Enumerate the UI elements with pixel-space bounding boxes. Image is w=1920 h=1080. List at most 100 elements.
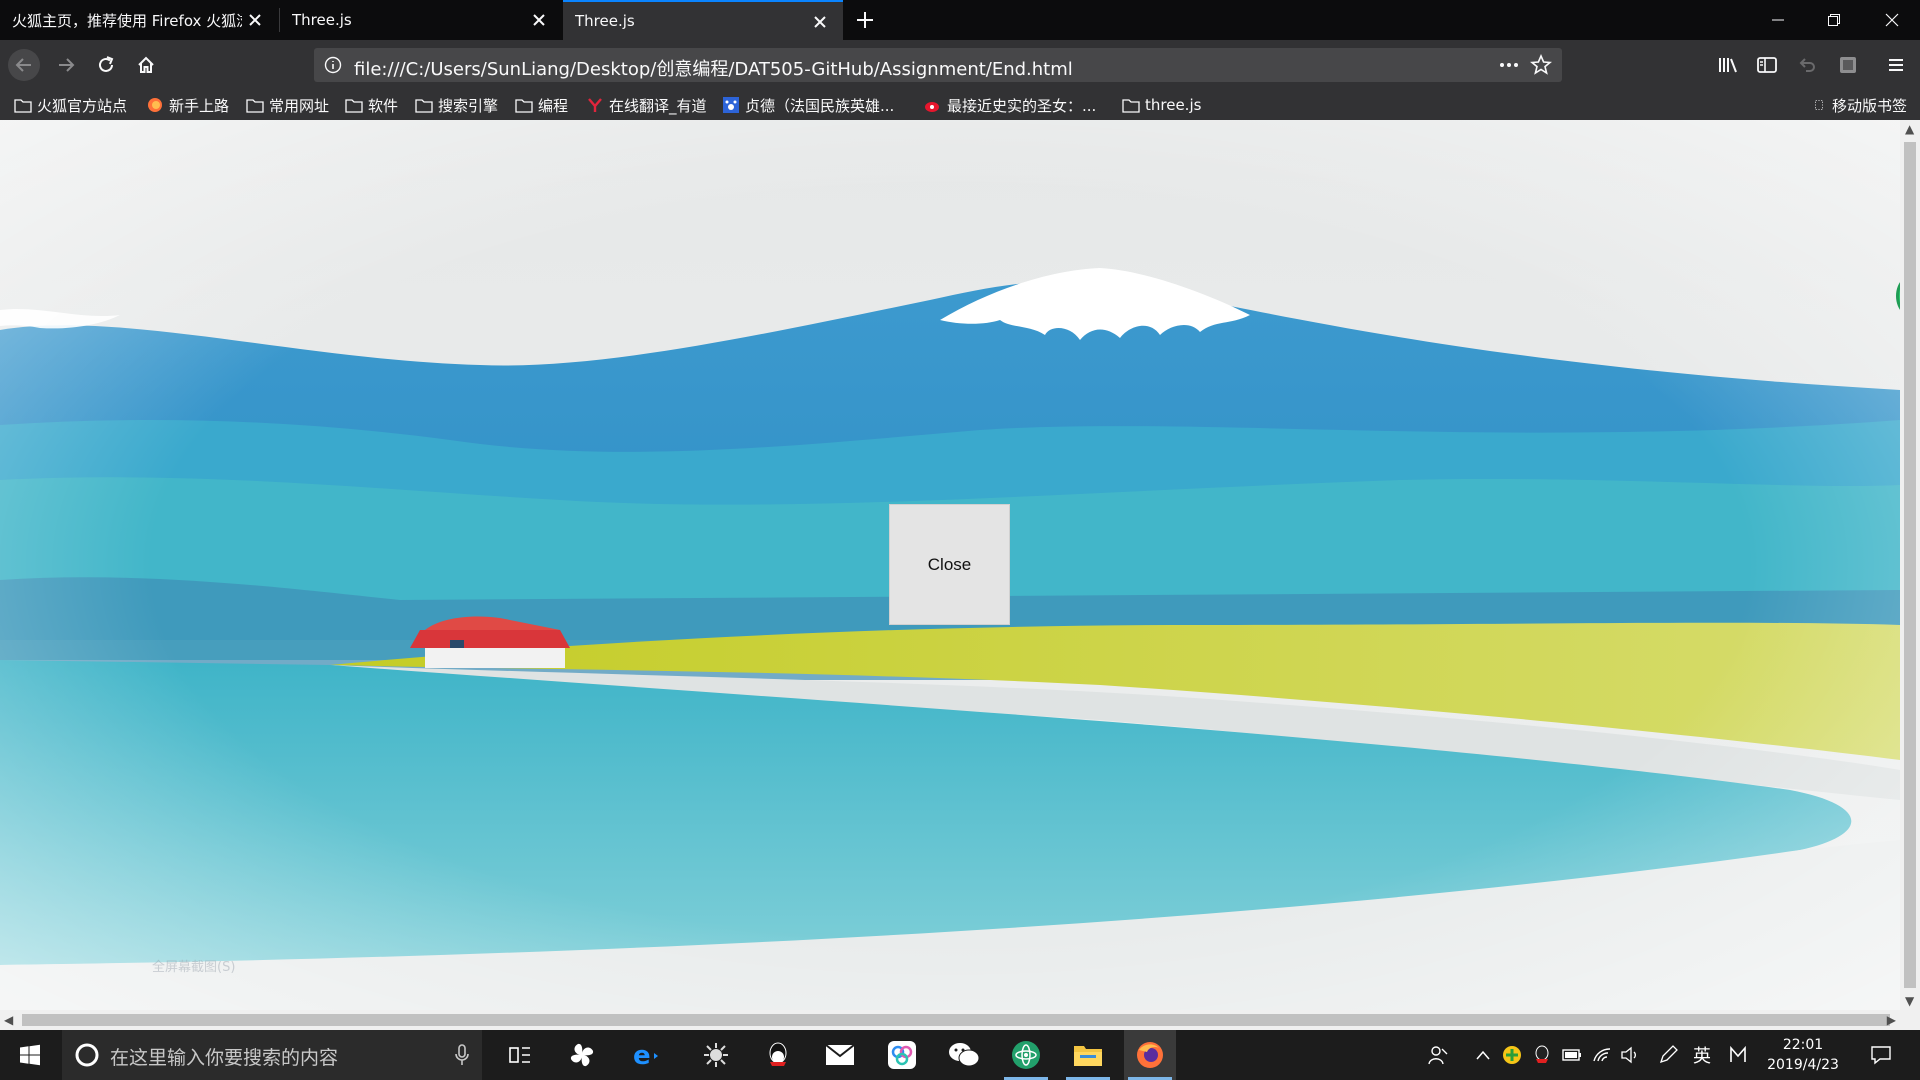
bookmark-item[interactable]: 新手上路 [146,94,229,116]
taskbar-app[interactable] [752,1030,804,1080]
ime-language[interactable]: 英 [1690,1030,1714,1080]
microphone-icon[interactable] [454,1044,470,1066]
bookmark-item[interactable]: 在线翻译_有道 [586,94,707,116]
undo-closed-tab-button[interactable] [1791,49,1823,81]
start-button[interactable] [4,1030,56,1080]
qq-icon [769,1042,787,1066]
close-icon[interactable] [246,11,264,29]
close-icon[interactable] [811,13,829,31]
forward-arrow-icon [59,58,75,72]
folder-icon [1122,99,1140,113]
firefox-icon [1137,1042,1163,1068]
taskbar-app[interactable] [876,1030,928,1080]
scroll-up-icon[interactable]: ▲ [1905,122,1914,136]
folder-icon [515,99,533,113]
mail-icon [825,1044,855,1065]
bookmark-item[interactable]: 搜索引擎 [415,94,498,116]
bookmark-item[interactable]: 贞德（法国民族英雄... [722,94,894,116]
taskbar-app[interactable] [1000,1030,1052,1080]
reload-button[interactable] [90,49,122,81]
battery-status[interactable] [1560,1030,1584,1080]
restore-button[interactable] [1806,0,1862,40]
window-close-button[interactable] [1864,0,1920,40]
bookmark-item[interactable]: three.js [1122,94,1201,116]
library-icon [1719,58,1737,73]
taskbar-clock[interactable]: 22:01 2019/4/23 [1760,1035,1846,1075]
cortana-icon [75,1043,99,1067]
taskbar-app[interactable] [556,1030,608,1080]
people-button[interactable] [1424,1030,1452,1080]
action-center-button[interactable] [1866,1030,1896,1080]
bookmark-label: 编程 [538,96,569,115]
minimize-button[interactable] [1750,0,1806,40]
folder-icon [246,99,264,113]
chevron-up-icon [1476,1050,1490,1060]
address-bar[interactable]: file:///C:/Users/SunLiang/Desktop/创意编程/D… [314,48,1562,82]
scroll-down-icon[interactable]: ▼ [1905,994,1914,1008]
minimize-icon [1772,19,1784,21]
forward-button[interactable] [50,49,82,81]
task-view-button[interactable] [494,1030,546,1080]
bookmark-item[interactable]: 常用网址 [246,94,329,116]
speaker-icon [1621,1046,1636,1064]
pen-workspace-button[interactable] [1656,1030,1680,1080]
mobile-bookmarks-label: 移动版书签 [1832,96,1908,115]
horizontal-scrollbar[interactable]: ◀ ▶ [0,1010,1920,1030]
tab-title: Three.js [292,11,352,29]
scroll-left-icon[interactable]: ◀ [4,1013,13,1027]
extension-button[interactable] [1832,49,1864,81]
close-icon [1885,13,1899,27]
bookmark-item[interactable]: 编程 [515,94,568,116]
tab-firefox-home[interactable]: 火狐主页，推荐使用 Firefox 火狐浏览器 [0,0,278,40]
youdao-icon [588,98,602,112]
wifi-status[interactable] [1590,1030,1614,1080]
bookmark-item[interactable]: 软件 [345,94,398,116]
bookmark-item[interactable]: 火狐官方站点 [14,94,127,116]
sidebar-button[interactable] [1751,49,1783,81]
pinwheel-app-icon [570,1043,594,1067]
vertical-scrollbar[interactable]: ▲ ▼ [1900,120,1920,1010]
ime-mode-button[interactable] [1726,1030,1750,1080]
file-explorer-icon [1074,1046,1102,1066]
navigation-toolbar: file:///C:/Users/SunLiang/Desktop/创意编程/D… [0,40,1920,90]
ime-mode-icon [1730,1046,1746,1062]
folder-icon [14,99,32,113]
close-icon[interactable] [530,11,548,29]
show-hidden-icons-button[interactable] [1472,1030,1494,1080]
tab-threejs-1[interactable]: Three.js [280,0,562,40]
taskbar-app[interactable] [1062,1030,1114,1080]
bookmark-label: 贞德（法国民族英雄... [745,96,895,115]
taskbar-app[interactable] [690,1030,742,1080]
taskbar-app[interactable] [814,1030,866,1080]
scroll-right-icon[interactable]: ▶ [1887,1013,1896,1027]
home-button[interactable] [130,49,162,81]
tray-icon[interactable] [1530,1030,1554,1080]
mobile-bookmarks[interactable]: 移动版书签 [1815,94,1907,116]
horizontal-scroll-thumb[interactable] [22,1014,1890,1026]
library-button[interactable] [1712,49,1744,81]
volume-status[interactable] [1618,1030,1642,1080]
bookmarks-toolbar: 火狐官方站点 新手上路 常用网址 软件 搜索引擎 编程 在线翻译_有道 贞德（法… [0,90,1920,120]
menu-button[interactable] [1880,49,1912,81]
taskbar-app[interactable]: e [618,1030,670,1080]
bookmark-label: 最接近史实的圣女：... [947,96,1097,115]
bookmark-label: 在线翻译_有道 [609,96,707,115]
back-button[interactable] [8,49,40,81]
close-button[interactable]: Close [889,504,1010,625]
bookmark-item[interactable]: 最接近史实的圣女：... [924,94,1096,116]
url-text[interactable]: file:///C:/Users/SunLiang/Desktop/创意编程/D… [354,55,1073,81]
taskbar-search-box[interactable]: 在这里输入你要搜索的内容 [62,1030,482,1080]
tab-threejs-active[interactable]: Three.js [563,0,843,40]
people-icon [1428,1046,1448,1065]
taskbar-app[interactable] [938,1030,990,1080]
taskbar-app-firefox[interactable] [1124,1030,1176,1080]
page-actions-icon[interactable] [1498,56,1520,74]
info-icon[interactable] [324,56,342,74]
folder-icon [345,99,363,113]
bookmark-label: 软件 [368,96,399,115]
vertical-scroll-thumb[interactable] [1904,142,1916,988]
sidebar-icon [1757,57,1777,73]
new-tab-icon[interactable] [853,8,877,32]
bookmark-star-icon[interactable] [1530,54,1552,76]
tray-icon[interactable] [1500,1030,1524,1080]
